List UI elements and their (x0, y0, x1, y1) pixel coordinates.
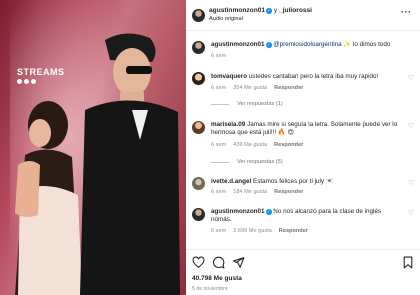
comment-time[interactable]: 6 sem (211, 142, 226, 148)
caption-time[interactable]: 6 sem (211, 53, 226, 59)
comment-avatar[interactable] (192, 121, 205, 134)
footer-divider (186, 249, 420, 250)
comment-meta: 6 sem 184 Me gusta Responder (211, 189, 310, 195)
view-replies-label: Ver respuestas (1) (237, 101, 283, 107)
comment-time[interactable]: 6 sem (211, 228, 226, 234)
comment-body: Estamos felices por ti july 💌 (253, 178, 334, 185)
header-separator: y (272, 7, 280, 14)
post-likes-count[interactable]: 40.798 Me gusta (192, 275, 242, 282)
verified-icon: ✓ (265, 42, 272, 48)
comment-avatar[interactable] (192, 177, 205, 190)
man-figure (80, 33, 180, 295)
comment-reply-button[interactable]: Responder (274, 85, 303, 91)
comment-body: ustedes cantaban pero la letra iba muy r… (248, 73, 379, 80)
header-coauthor[interactable]: _juliorossi (279, 7, 312, 14)
post-header: agustinmonzon01 ✓ y _juliorossi (209, 7, 312, 14)
comment-username[interactable]: marisela.09 (211, 121, 245, 128)
comment-reply-button[interactable]: Responder (279, 228, 308, 234)
caption-username[interactable]: agustinmonzon01 (211, 41, 265, 48)
view-replies-button[interactable]: Ver respuestas (5) (211, 159, 283, 165)
header-avatar[interactable] (192, 9, 205, 22)
header-divider (186, 30, 420, 31)
brand-logo-dots (17, 79, 36, 84)
brand-backdrop-text: STREAMS (17, 67, 65, 77)
comment-meta: 6 sem 2.699 Me gusta Responder (211, 228, 315, 234)
comment-time[interactable]: 6 sem (211, 85, 226, 91)
comment-meta: 6 sem 439 Me gusta Responder (211, 142, 310, 148)
post-date[interactable]: 5 de noviembre (192, 286, 228, 292)
caption-meta: 6 sem (211, 53, 233, 59)
comment-like-heart-icon[interactable]: ♡ (408, 74, 414, 82)
verified-icon: ✓ (265, 209, 272, 215)
share-icon[interactable] (232, 256, 245, 269)
heart-icon[interactable] (192, 256, 205, 269)
comment-text: marisela.09 Jamas mire si seguía la letr… (211, 121, 403, 137)
comment-like-heart-icon[interactable]: ♡ (408, 209, 414, 217)
caption-body: ✨ lo dimos todo (341, 41, 391, 48)
comment-text: ivette.d.angel Estamos felices por ti ju… (211, 178, 401, 186)
comment-username[interactable]: ivette.d.angel (211, 178, 251, 185)
audio-label[interactable]: Audio original (209, 16, 243, 22)
comment-username[interactable]: tomvaquero (211, 73, 247, 80)
caption-text: agustinmonzon01 ✓ @premiosidoloargentina … (211, 41, 411, 49)
comment-likes[interactable]: 439 Me gusta (233, 142, 267, 148)
action-bar (186, 256, 420, 270)
comment-icon[interactable] (212, 256, 225, 269)
caption-mention[interactable]: @premiosidoloargentina (273, 41, 341, 48)
caption-avatar[interactable] (192, 41, 205, 54)
comment-reply-button[interactable]: Responder (274, 189, 303, 195)
comment-likes[interactable]: 354 Me gusta (233, 85, 267, 91)
comment-text: agustinmonzon01 ✓ No nos alcanzó para la … (211, 208, 403, 224)
comment-like-heart-icon[interactable]: ♡ (408, 122, 414, 130)
comment-time[interactable]: 6 sem (211, 189, 226, 195)
bookmark-icon[interactable] (402, 256, 414, 269)
comment-reply-button[interactable]: Responder (274, 142, 303, 148)
comment-like-heart-icon[interactable]: ♡ (408, 179, 414, 187)
post-panel: agustinmonzon01 ✓ y _juliorossi Audio ori… (186, 0, 420, 295)
comment-username[interactable]: agustinmonzon01 (211, 208, 265, 215)
comment-likes[interactable]: 184 Me gusta (233, 189, 267, 195)
view-replies-label: Ver respuestas (5) (237, 159, 283, 165)
replies-line (211, 103, 229, 105)
post-video[interactable]: STREAMS (0, 0, 186, 295)
comment-avatar[interactable] (192, 208, 205, 221)
view-replies-button[interactable]: Ver respuestas (1) (211, 101, 283, 107)
more-options-icon[interactable]: ··· (401, 7, 412, 17)
comment-likes[interactable]: 2.699 Me gusta (233, 228, 272, 234)
comment-avatar[interactable] (192, 72, 205, 85)
replies-line (211, 161, 229, 163)
header-username[interactable]: agustinmonzon01 (209, 7, 265, 14)
comment-text: tomvaquero ustedes cantaban pero la letr… (211, 73, 401, 81)
comment-meta: 6 sem 354 Me gusta Responder (211, 85, 310, 91)
